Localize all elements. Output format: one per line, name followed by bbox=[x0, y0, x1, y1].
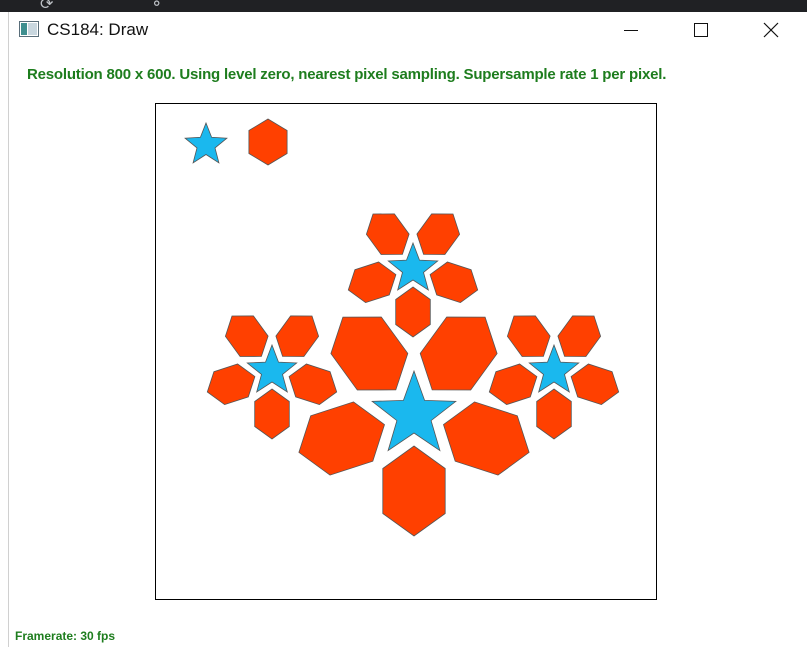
left-flower-petal bbox=[254, 388, 290, 440]
lock-icon: ⚬ bbox=[150, 0, 164, 12]
right-flower-petal bbox=[557, 315, 602, 357]
left-flower-petal bbox=[206, 363, 256, 406]
window-title: CS184: Draw bbox=[47, 20, 149, 39]
drawing-canvas[interactable] bbox=[155, 103, 657, 600]
center-flower-petal bbox=[419, 316, 498, 391]
render-info-text: Resolution 800 x 600. Using level zero, … bbox=[27, 66, 667, 83]
right-flower-petal bbox=[506, 315, 551, 357]
left-flower-petal bbox=[224, 315, 269, 357]
background-browser-strip: ⟳ ⚬ bbox=[0, 0, 807, 12]
draw-window: CS184: Draw Resolution 800 x 600. Using … bbox=[8, 12, 807, 647]
title-bar[interactable]: CS184: Draw bbox=[9, 12, 807, 50]
right-flower-petal bbox=[536, 388, 572, 440]
minimize-button[interactable] bbox=[608, 12, 654, 48]
close-icon bbox=[763, 22, 779, 38]
center-flower-petal bbox=[443, 401, 530, 476]
legend-hexagon bbox=[248, 118, 288, 166]
center-flower-petal bbox=[330, 316, 409, 391]
right-flower-petal bbox=[570, 363, 620, 406]
top-flower-petal bbox=[347, 261, 397, 304]
top-flower-petal bbox=[365, 213, 410, 255]
reload-icon: ⟳ bbox=[40, 0, 54, 12]
maximize-icon bbox=[694, 23, 708, 37]
minimize-icon bbox=[624, 30, 638, 31]
framerate-text: Framerate: 30 fps bbox=[15, 629, 116, 643]
close-button[interactable] bbox=[748, 12, 794, 48]
left-flower-petal bbox=[275, 315, 320, 357]
top-flower-petal bbox=[416, 213, 461, 255]
left-flower-petal bbox=[288, 363, 338, 406]
legend-star bbox=[184, 121, 228, 164]
top-flower-petal bbox=[429, 261, 479, 304]
right-flower-petal bbox=[488, 363, 538, 406]
center-flower-petal bbox=[382, 445, 446, 537]
center-flower-petal bbox=[298, 401, 385, 476]
scene-svg bbox=[184, 118, 620, 537]
app-window-icon bbox=[19, 21, 39, 37]
top-flower-petal bbox=[395, 286, 431, 338]
maximize-button[interactable] bbox=[678, 12, 724, 48]
